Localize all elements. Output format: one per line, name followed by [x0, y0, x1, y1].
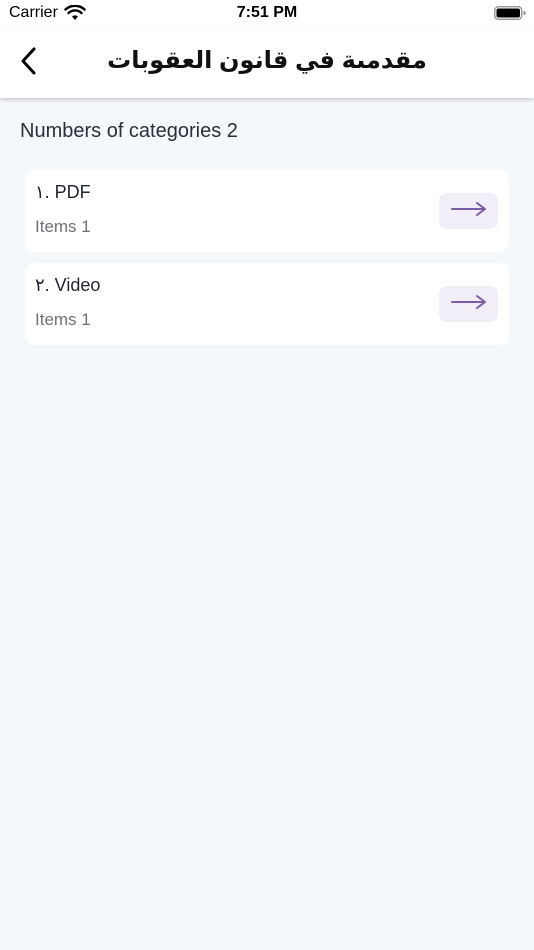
category-card-pdf[interactable]: ١. PDF Items 1 — [25, 170, 509, 252]
main-content: Numbers of categories 2 ١. PDF Items 1 ٢… — [0, 98, 534, 950]
category-title: ١. PDF — [35, 182, 91, 202]
navigation-bar: مقدمىة في قانون العقوبات — [0, 28, 534, 98]
categories-count-label: Numbers of categories 2 — [20, 120, 238, 142]
arrow-right-icon — [450, 201, 487, 222]
category-items-count: Items 1 — [35, 310, 91, 329]
battery-icon — [494, 6, 526, 20]
open-category-button[interactable] — [439, 193, 498, 229]
arrow-right-icon — [450, 294, 487, 315]
status-bar: Carrier 7:51 PM — [0, 0, 534, 28]
open-category-button[interactable] — [439, 286, 498, 322]
page-title: مقدمىة في قانون العقوبات — [107, 47, 427, 74]
category-card-video[interactable]: ٢. Video Items 1 — [25, 263, 509, 345]
status-time: 7:51 PM — [236, 4, 298, 21]
chevron-left-icon — [19, 46, 39, 81]
category-items-count: Items 1 — [35, 217, 91, 236]
category-title: ٢. Video — [35, 275, 101, 295]
back-button[interactable] — [10, 44, 48, 82]
